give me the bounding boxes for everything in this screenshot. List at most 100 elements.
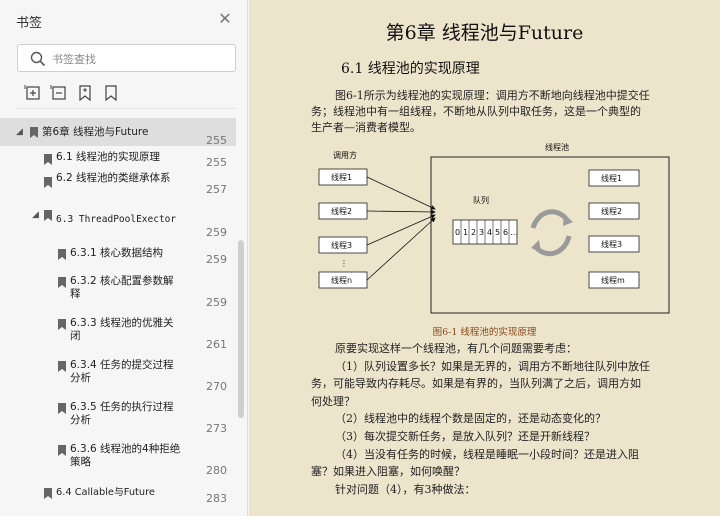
toc-label: 6.3.5 任务的执行过程分析 (70, 401, 174, 426)
caller-thread-label: 线程1 (331, 172, 352, 182)
toc-item-6-3-6[interactable]: 6.3.6 线程池的4种拒绝策略 280 (0, 440, 236, 480)
sidebar-scrollbar[interactable] (238, 240, 244, 418)
chapter-title: 第6章 线程池与Future (385, 22, 584, 44)
toc-page-number: 270 (206, 380, 227, 393)
toc-item-6-1[interactable]: 6.1 线程池的实现原理 255 (0, 148, 236, 170)
text-line: 务；线程池中有一组线程，不断地从队列中取任务，这是一个典型的 (311, 105, 641, 118)
toc-item-6-3[interactable]: ◢ 6.3 ThreadPoolExector 259 (0, 204, 236, 240)
bookmark-icon (58, 361, 66, 372)
intro-paragraph: 图6-1所示为线程池的实现原理：调用方不断地向线程池中提交任 务；线程池中有一组… (311, 88, 711, 136)
text-line: 何处理？ (311, 394, 355, 408)
queue-cell: 6 (503, 228, 508, 237)
sidebar-title: 书签 (16, 16, 43, 31)
text-line: （4）当没有任务的时候，线程是睡眠一小段时间？还是进入阻 (335, 447, 639, 461)
queue-cell: 2 (471, 228, 476, 237)
worker-thread-label: 线程1 (601, 173, 622, 183)
bookmark-icon (58, 249, 66, 260)
bookmark-icon (58, 277, 66, 288)
caller-thread-n: 线程n (318, 271, 368, 289)
worker-thread-label: 线程2 (601, 206, 622, 216)
toc-item-6-4[interactable]: 6.4 Callable与Future 283 (0, 482, 236, 510)
ellipsis-marker: ⋮ (340, 259, 348, 268)
worker-thread-m: 线程m (588, 271, 640, 289)
toc-label: 6.3.6 线程池的4种拒绝策略 (70, 443, 181, 468)
worker-thread-label: 线程3 (601, 239, 622, 249)
bookmark-icon (44, 177, 52, 188)
toc-item-6-3-2[interactable]: 6.3.2 核心配置参数解释 259 (0, 272, 236, 312)
caller-thread-3: 线程3 (318, 236, 368, 254)
caller-thread-label: 线程n (331, 275, 352, 285)
toc-label: 6.3 ThreadPoolExector (56, 214, 177, 225)
queue-cell: … (510, 228, 518, 237)
toc-page-number: 259 (206, 296, 227, 309)
collapse-arrow-icon[interactable]: ◢ (16, 127, 26, 137)
toc-item-6-3-3[interactable]: 6.3.3 线程池的优雅关闭 261 (0, 314, 236, 354)
submit-arrow (366, 214, 436, 246)
toc-page-number: 259 (206, 253, 227, 266)
toc-item-6-3-4[interactable]: 6.3.4 任务的提交过程分析 270 (0, 356, 236, 396)
bookmark-icon (30, 127, 38, 138)
submit-arrow (366, 176, 436, 210)
toc-item-6-3-1[interactable]: 6.3.1 核心数据结构 259 (0, 244, 236, 272)
sidebar-divider (16, 108, 236, 109)
toc-item-chapter-6[interactable]: ◢ 第6章 线程池与Future 255 (0, 118, 236, 147)
toc-page-number: 259 (206, 226, 227, 239)
text-line: 原要实现这样一个线程池，有几个问题需要考虑： (335, 342, 577, 355)
collapse-all-icon[interactable] (50, 84, 68, 102)
text-line: 生产者—消费者模型。 (311, 121, 421, 134)
bookmark-icon[interactable] (102, 84, 120, 102)
submit-arrow (366, 217, 436, 281)
caller-thread-label: 线程2 (331, 206, 352, 216)
worker-thread-label: 线程m (601, 275, 625, 285)
text-line: 务，可能导致内存耗尽。如果是有界的，当队列满了之后，调用方如 (311, 377, 641, 391)
worker-thread-1: 线程1 (588, 169, 640, 187)
caller-thread-2: 线程2 (318, 202, 368, 220)
queue-label: 队列 (473, 195, 489, 205)
queue-cell: 4 (487, 228, 492, 237)
bookmark-icon (44, 488, 52, 499)
bookmark-search-input[interactable] (52, 49, 228, 69)
toc-page-number: 280 (206, 464, 227, 477)
toc-label: 6.3.1 核心数据结构 (70, 247, 164, 259)
toc-page-number: 255 (206, 134, 227, 147)
text-line: （1）队列设置多长？如果是无界的，调用方不断地往队列中放任 (335, 359, 650, 373)
toc-label: 第6章 线程池与Future (42, 126, 149, 138)
caller-label: 调用方 (333, 150, 357, 160)
queue-cell: 0 (455, 228, 460, 237)
toc-page-number: 257 (206, 183, 227, 196)
document-page: 第6章 线程池与Future 6.1 线程池的实现原理 图6-1所示为线程池的实… (249, 0, 720, 516)
figure-caption: 图6-1 线程池的实现原理 (432, 327, 537, 338)
text-line: 塞？如果进入阻塞，如何唤醒？ (311, 465, 465, 479)
toc-label: 6.1 线程池的实现原理 (56, 151, 161, 163)
expand-all-icon[interactable] (24, 84, 42, 102)
add-bookmark-icon[interactable] (76, 84, 94, 102)
task-queue: 0 1 2 3 4 5 6 … (452, 219, 518, 245)
toc-label: 6.3.4 任务的提交过程分析 (70, 359, 174, 384)
submit-arrow (366, 209, 436, 215)
toc-label: 6.3.3 线程池的优雅关闭 (70, 317, 174, 342)
text-line: 图6-1所示为线程池的实现原理：调用方不断地向线程池中提交任 (335, 89, 650, 102)
toc-label: 6.4 Callable与Future (56, 487, 155, 498)
cycle-arrows-icon (530, 209, 573, 257)
worker-thread-2: 线程2 (588, 202, 640, 220)
toc-page-number: 273 (206, 422, 227, 435)
text-line: （3）每次提交新任务，是放入队列？还是开新线程？ (335, 429, 595, 443)
body-paragraphs: 原要实现这样一个线程池，有几个问题需要考虑： （1）队列设置多长？如果是无界的，… (311, 340, 715, 498)
toc-label: 6.3.2 核心配置参数解释 (70, 275, 174, 300)
text-line: 针对问题（4），有3种做法： (335, 482, 476, 496)
bookmark-icon (44, 210, 52, 221)
queue-cell: 3 (479, 228, 484, 237)
caller-thread-1: 线程1 (318, 168, 368, 186)
bookmark-icon (58, 403, 66, 414)
toc-label: 6.2 线程池的类继承体系 (56, 172, 171, 184)
bookmark-icon (44, 154, 52, 165)
bookmark-search-box[interactable] (17, 44, 236, 72)
sidebar-header: 书签 ✕ (0, 0, 248, 40)
toc-page-number: 255 (206, 156, 227, 169)
toc-item-6-3-5[interactable]: 6.3.5 任务的执行过程分析 273 (0, 398, 236, 438)
collapse-arrow-icon[interactable]: ◢ (32, 210, 42, 220)
close-icon[interactable]: ✕ (216, 10, 234, 28)
thread-pool-diagram: 调用方 线程池 线程1 线程2 线程3 ⋮ 线程n 队列 0 1 2 3 4 5… (318, 142, 670, 314)
bookmark-tree: ◢ 第6章 线程池与Future 255 6.1 线程池的实现原理 255 6.… (0, 112, 248, 516)
toc-item-6-2[interactable]: 6.2 线程池的类继承体系 257 (0, 170, 236, 202)
